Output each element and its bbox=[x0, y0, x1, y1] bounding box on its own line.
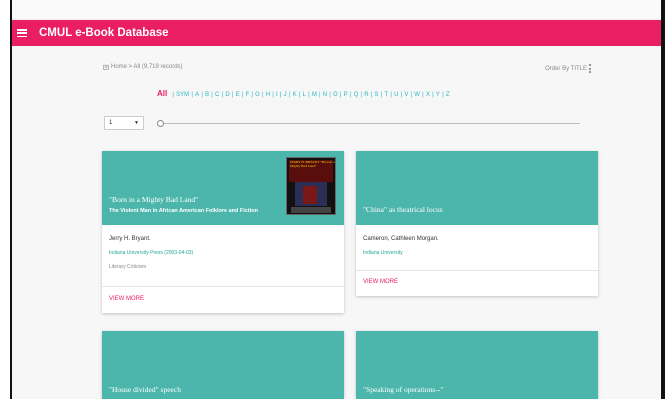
letter-separator: | bbox=[298, 92, 301, 98]
card-title[interactable]: "China" as theatrical locus bbox=[363, 205, 443, 214]
letter-separator: | bbox=[262, 92, 264, 98]
card-category: Literary Criticism bbox=[109, 264, 147, 270]
breadcrumb-text[interactable]: Home > All (9,719 records) bbox=[111, 64, 183, 70]
filter-letter-p[interactable]: P bbox=[344, 92, 348, 98]
letter-separator: | bbox=[432, 92, 434, 98]
filter-letter-y[interactable]: Y bbox=[436, 92, 440, 98]
card-author: Jerry H. Bryant. bbox=[109, 236, 151, 242]
card-author: Cameron, Cathleen Morgan. bbox=[363, 236, 439, 242]
filter-letter-c[interactable]: C bbox=[215, 92, 219, 98]
filter-letter-w[interactable]: W bbox=[414, 92, 420, 98]
filter-letter-z[interactable]: Z bbox=[446, 92, 450, 98]
filter-letter-m[interactable]: M bbox=[312, 92, 317, 98]
filter-letter-t[interactable]: T bbox=[384, 92, 388, 98]
filter-letter-l[interactable]: L bbox=[303, 92, 306, 98]
page-slider-handle[interactable] bbox=[157, 120, 164, 127]
card-title[interactable]: "Born in a Mighty Bad Land" bbox=[109, 195, 198, 204]
card-title[interactable]: "House divided" speech bbox=[109, 385, 181, 394]
letter-separator: | bbox=[288, 92, 291, 98]
letter-separator: | bbox=[272, 92, 274, 98]
letter-separator: | bbox=[410, 92, 413, 98]
dropdown-caret-icon: ▼ bbox=[134, 120, 139, 126]
letter-separator: | bbox=[279, 92, 282, 98]
letter-separator: | bbox=[241, 92, 244, 98]
book-card[interactable]: JERRY H. BRYANT "Born in a Mighty Bad La… bbox=[102, 151, 344, 313]
filter-letter-v[interactable]: V bbox=[404, 92, 408, 98]
letter-separator: | bbox=[231, 92, 234, 98]
menu-icon[interactable] bbox=[17, 29, 27, 37]
filter-letter-e[interactable]: E bbox=[236, 92, 240, 98]
letter-separator: | bbox=[422, 92, 424, 98]
book-card[interactable]: "Speaking of operations--" bbox=[356, 331, 598, 399]
letter-separator: | bbox=[308, 92, 310, 98]
filter-letter-g[interactable]: G bbox=[255, 92, 260, 98]
cover-title: JERRY H. BRYANT "Born in a Mighty Bad La… bbox=[290, 160, 335, 168]
page-select[interactable]: 1 ▼ bbox=[104, 116, 144, 130]
letter-separator: | bbox=[400, 92, 403, 98]
filter-letter-r[interactable]: R bbox=[364, 92, 368, 98]
filter-letter-b[interactable]: B bbox=[205, 92, 209, 98]
filter-letter-h[interactable]: H bbox=[266, 92, 270, 98]
card-divider bbox=[102, 286, 344, 287]
filter-letter-o[interactable]: O bbox=[333, 92, 338, 98]
letter-separator: | bbox=[211, 92, 213, 98]
filter-letter-n[interactable]: N bbox=[323, 92, 327, 98]
page-select-value: 1 bbox=[109, 120, 113, 126]
filter-all[interactable]: All bbox=[157, 89, 167, 98]
book-cover-image[interactable]: JERRY H. BRYANT "Born in a Mighty Bad La… bbox=[286, 157, 336, 215]
view-more-button[interactable]: VIEW MORE bbox=[109, 296, 144, 302]
filter-letter-d[interactable]: D bbox=[225, 92, 229, 98]
card-title[interactable]: "Speaking of operations--" bbox=[363, 385, 443, 394]
filter-letter-sym[interactable]: SYM bbox=[176, 92, 189, 98]
filter-letter-s[interactable]: S bbox=[375, 92, 379, 98]
letter-separator: | bbox=[172, 92, 174, 98]
home-icon[interactable] bbox=[103, 64, 109, 70]
book-card[interactable]: "China" as theatrical locus Cameron, Cat… bbox=[356, 151, 598, 296]
letter-separator: | bbox=[370, 92, 373, 98]
more-options-icon[interactable] bbox=[589, 64, 592, 73]
top-strip bbox=[12, 0, 661, 20]
letter-separator: | bbox=[221, 92, 224, 98]
filter-letter-x[interactable]: X bbox=[426, 92, 430, 98]
letter-separator: | bbox=[191, 92, 193, 98]
letter-separator: | bbox=[390, 92, 392, 98]
view-more-button[interactable]: VIEW MORE bbox=[363, 279, 398, 285]
card-publisher[interactable]: Indiana University bbox=[363, 250, 403, 256]
letter-separator: | bbox=[329, 92, 331, 98]
app-title: CMUL e-Book Database bbox=[39, 27, 169, 39]
window-frame-right bbox=[661, 0, 665, 399]
app-bar: CMUL e-Book Database bbox=[12, 20, 661, 46]
card-subtitle: The Violent Man in African American Folk… bbox=[109, 208, 258, 214]
filter-letter-j[interactable]: J bbox=[284, 92, 287, 98]
filter-letter-a[interactable]: A bbox=[195, 92, 199, 98]
card-divider bbox=[356, 270, 598, 271]
filter-letter-u[interactable]: U bbox=[394, 92, 398, 98]
letter-separator: | bbox=[380, 92, 383, 98]
card-publisher[interactable]: Indiana University Press (2003-04-03) bbox=[109, 250, 193, 256]
letter-separator: | bbox=[201, 92, 203, 98]
letter-separator: | bbox=[251, 92, 253, 98]
letter-separator: | bbox=[349, 92, 352, 98]
letter-list: | SYM | A | B | C | D | E | F | G | H | I | J | K | L | M | N | O | P | Q | R… bbox=[170, 92, 449, 98]
book-card[interactable]: "House divided" speech bbox=[102, 331, 344, 399]
filter-letter-f[interactable]: F bbox=[246, 92, 250, 98]
letter-separator: | bbox=[442, 92, 444, 98]
letter-separator: | bbox=[360, 92, 363, 98]
letter-separator: | bbox=[319, 92, 321, 98]
page-slider-track[interactable] bbox=[161, 123, 580, 124]
filter-letter-k[interactable]: K bbox=[293, 92, 297, 98]
filter-letter-i[interactable]: I bbox=[276, 92, 278, 98]
order-by-label[interactable]: Order By TITLE bbox=[545, 66, 587, 72]
breadcrumb: Home > All (9,719 records) bbox=[103, 64, 183, 70]
filter-letter-q[interactable]: Q bbox=[354, 92, 359, 98]
alphabet-filter: All | SYM | A | B | C | D | E | F | G | H | I | J | K | L | M | N | O | P… bbox=[157, 89, 449, 98]
letter-separator: | bbox=[339, 92, 342, 98]
